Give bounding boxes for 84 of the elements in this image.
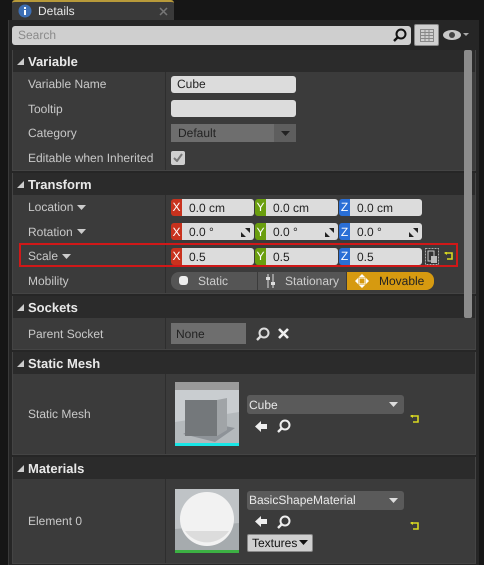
- section-title: Static Mesh: [28, 356, 100, 370]
- section-title: Variable: [28, 54, 78, 68]
- section-header[interactable]: Transform: [13, 173, 475, 195]
- section-header[interactable]: Materials: [13, 457, 475, 479]
- section-header[interactable]: Variable: [13, 50, 475, 72]
- number-field[interactable]: 0.5: [350, 248, 422, 265]
- mobility-option[interactable]: Static: [171, 272, 257, 290]
- move-icon: [355, 274, 369, 288]
- caret-icon: [77, 204, 86, 210]
- property-label: Editable when Inherited: [28, 150, 154, 165]
- slider-icon: [266, 274, 275, 288]
- caret-icon: [389, 402, 398, 407]
- section-header[interactable]: Sockets: [13, 296, 475, 318]
- clear-icon[interactable]: [278, 328, 289, 339]
- use-selected-icon[interactable]: [255, 420, 267, 432]
- textures-button[interactable]: Textures: [247, 534, 314, 552]
- number-field[interactable]: 0.5: [182, 248, 254, 265]
- search-icon[interactable]: [393, 28, 407, 42]
- caret-icon: [280, 130, 290, 136]
- grid-icon: [420, 28, 434, 42]
- close-icon[interactable]: [159, 6, 168, 16]
- search-icon[interactable]: [277, 514, 291, 528]
- number-field[interactable]: 0.0 cm: [266, 198, 338, 216]
- reset-icon[interactable]: [410, 415, 419, 423]
- details-tab[interactable]: Details: [12, 0, 174, 20]
- asset-dropdown[interactable]: Cube: [247, 395, 404, 414]
- expand-icon[interactable]: [17, 180, 24, 188]
- axis-label: Z: [339, 223, 350, 240]
- spin-icon[interactable]: [241, 228, 250, 237]
- axis-label: Z: [339, 248, 350, 265]
- property-label: Parent Socket: [28, 326, 104, 340]
- section-title: Transform: [28, 176, 92, 192]
- mobility-option[interactable]: Movable: [347, 272, 434, 290]
- text-field[interactable]: [171, 100, 296, 118]
- spin-icon[interactable]: [325, 228, 334, 237]
- number-field[interactable]: 0.0 °: [182, 223, 254, 240]
- number-field[interactable]: 0.0 °: [350, 223, 422, 240]
- axis-label: Z: [339, 198, 350, 216]
- eye-icon[interactable]: [442, 28, 470, 42]
- use-selected-icon[interactable]: [255, 516, 267, 527]
- caret-icon: [76, 229, 86, 234]
- asset-dropdown[interactable]: BasicShapeMaterial: [247, 490, 404, 510]
- text-field[interactable]: Cube: [171, 76, 296, 93]
- caret-icon: [299, 540, 308, 545]
- search-icon[interactable]: [277, 419, 291, 433]
- section-header[interactable]: Static Mesh: [13, 352, 475, 374]
- check-icon: [173, 153, 183, 162]
- expand-icon[interactable]: [17, 304, 24, 310]
- lock-icon[interactable]: [425, 248, 439, 265]
- expand-icon[interactable]: [17, 58, 24, 64]
- axis-label: Y: [255, 248, 266, 265]
- number-field[interactable]: 0.5: [266, 248, 338, 265]
- property-label: Category: [28, 126, 77, 140]
- checkbox[interactable]: [171, 150, 185, 165]
- reset-icon[interactable]: [410, 522, 419, 530]
- expand-icon[interactable]: [17, 464, 24, 472]
- axis-label: X: [171, 248, 182, 265]
- axis-label: X: [171, 198, 182, 216]
- section-title: Sockets: [28, 300, 78, 314]
- property-menu-label[interactable]: Scale: [28, 249, 58, 264]
- property-label: Mobility: [28, 274, 69, 288]
- tab-label: Details: [38, 4, 76, 18]
- property-label: Static Mesh: [28, 407, 91, 421]
- expand-icon[interactable]: [17, 360, 24, 366]
- axis-label: X: [171, 223, 182, 240]
- scrollbar[interactable]: [464, 50, 472, 318]
- spin-icon[interactable]: [409, 228, 418, 237]
- search-icon[interactable]: [256, 326, 270, 340]
- caret-icon: [389, 498, 398, 502]
- caret-icon: [62, 254, 72, 259]
- number-field[interactable]: 0.0 °: [266, 223, 338, 240]
- info-icon: [18, 4, 32, 18]
- axis-label: Y: [255, 223, 266, 240]
- property-label: Tooltip: [28, 102, 63, 116]
- reset-icon[interactable]: [444, 252, 453, 260]
- mobility-option[interactable]: Stationary: [258, 272, 346, 290]
- number-field[interactable]: 0.0 cm: [182, 198, 254, 216]
- axis-label: Y: [255, 198, 266, 216]
- section-title: Materials: [28, 460, 84, 476]
- property-label: Element 0: [28, 514, 82, 528]
- property-menu-label[interactable]: Rotation: [28, 224, 73, 239]
- number-field[interactable]: 0.0 cm: [350, 198, 422, 216]
- property-menu-label[interactable]: Location: [28, 200, 74, 214]
- property-label: Variable Name: [28, 77, 106, 92]
